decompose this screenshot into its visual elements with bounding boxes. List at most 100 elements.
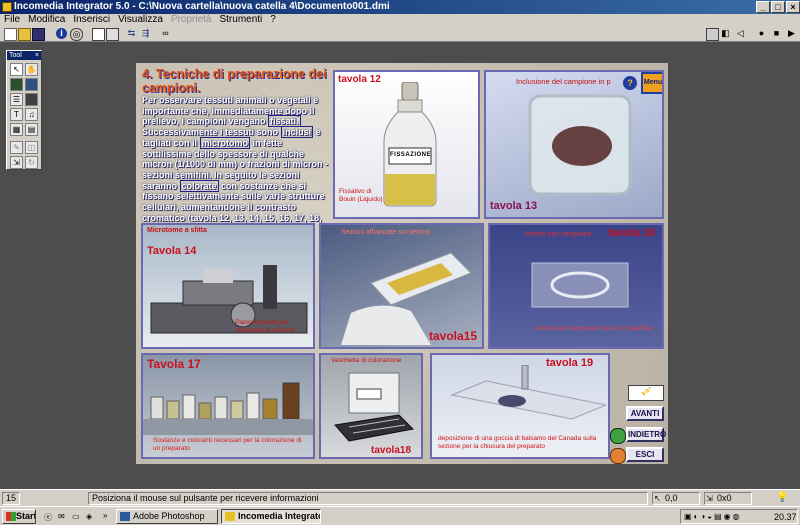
toolbar: i ◎ ⇆ ⇶ ∞ ◧ ◁ ● ■ ▶	[0, 26, 800, 42]
photoshop-icon	[120, 512, 130, 521]
status-message: Posiziona il mouse sul pulsante per rice…	[88, 492, 648, 505]
tavola-17-note: Sostanze e coloranti necessari per la co…	[153, 437, 302, 452]
balsam-drop-image	[450, 365, 606, 420]
tavola-19-note: deposizione di una goccia di balsamo del…	[438, 435, 597, 450]
tool-palette: Tool × ↖ ✋ ☰ T ♫ ▦ ▤ ✎ ◫ ⇲ ↻	[6, 50, 42, 170]
menu-visualizza[interactable]: Visualizza	[114, 14, 167, 26]
taskbar: Start ⓔ ✉ ▭ ◈ » Adobe Photoshop Incomedi…	[0, 506, 800, 525]
slide-body-text: Per osservare tessuti animali o vegetali…	[142, 95, 329, 233]
desktop-icon[interactable]: ▭	[72, 512, 80, 521]
tavola-17-label: Tavola 17	[147, 357, 201, 371]
task-incomedia-integrator[interactable]: Incomedia Integrator ...	[221, 509, 321, 524]
bottle-label: FISSAZIONE	[390, 152, 432, 158]
esci-button[interactable]: ESCI	[626, 447, 664, 462]
indietro-button[interactable]: INDIETRO	[626, 427, 666, 442]
preview-icon[interactable]: ◎	[70, 28, 83, 41]
copy-icon[interactable]	[106, 28, 119, 41]
exit-round-icon[interactable]	[610, 448, 626, 464]
staining-jar-image	[334, 372, 415, 442]
menu-help[interactable]: ?	[266, 14, 280, 26]
quicklaunch-icon[interactable]: ◈	[86, 512, 92, 521]
page-icon[interactable]	[92, 28, 105, 41]
record-icon[interactable]: ●	[756, 28, 767, 39]
open-folder-icon[interactable]	[18, 28, 31, 41]
shape-tool-icon[interactable]: ▤	[25, 123, 38, 136]
fixative-bottle-image	[383, 82, 437, 207]
picture-tool-icon[interactable]	[25, 78, 38, 91]
speaker-icon[interactable]: ◁	[735, 28, 746, 39]
stop-icon[interactable]: ■	[771, 28, 782, 39]
integrator-icon	[225, 512, 235, 521]
rotate-tool-icon[interactable]: ↻	[25, 156, 38, 169]
panel-tavola-17[interactable]: Tavola 17 Sostanze e coloranti necessari…	[141, 353, 315, 459]
hand-tool-icon[interactable]: ✋	[25, 63, 38, 76]
sound-toggle-icon[interactable]: 🎺	[628, 385, 664, 401]
ie-icon[interactable]: ⓔ	[44, 512, 52, 523]
minimize-button[interactable]: _	[756, 1, 770, 13]
paraffin-block-image	[528, 94, 632, 196]
reagent-bottles-image	[143, 382, 313, 435]
object-icon[interactable]: ⇶	[140, 28, 151, 39]
task-adobe-photoshop[interactable]: Adobe Photoshop	[116, 509, 218, 524]
tool-palette-close[interactable]: ×	[35, 51, 39, 60]
tavola-18-label: tavola18	[371, 445, 412, 456]
help-icon[interactable]: ?	[623, 76, 637, 90]
tavola-13-label: tavola 13	[490, 200, 538, 212]
more-quicklaunch-icon[interactable]: »	[103, 511, 107, 520]
panel-tavola-19[interactable]: tavola 19 deposizione di una goccia di b…	[430, 353, 610, 459]
menu-inserisci[interactable]: Inserisci	[69, 14, 114, 26]
panel-tavola-14[interactable]: Microtomo a slitta Tavola 14 Piano incli…	[141, 223, 315, 349]
keyword-colorate[interactable]: colorate	[179, 179, 219, 192]
print-icon[interactable]	[706, 28, 719, 41]
close-button[interactable]: ×	[786, 1, 800, 13]
panel-tavola-12[interactable]: tavola 12 FISSAZIONE Fissativo di Bouin …	[333, 70, 480, 219]
glasses-icon[interactable]: ∞	[160, 28, 171, 39]
tavola-15-label: tavola15	[429, 329, 478, 343]
play-icon[interactable]: ▶	[786, 28, 797, 39]
panel-tavola-18[interactable]: Vaschetta di colorazione tavola18	[319, 353, 423, 459]
tray-icons[interactable]: ▣◐◑◒▤◉◍	[684, 512, 742, 521]
new-icon[interactable]	[4, 28, 17, 41]
menu-button[interactable]: Menu	[641, 72, 662, 94]
start-button[interactable]: Start	[2, 509, 36, 524]
grid-tool-icon[interactable]: ▦	[10, 123, 23, 136]
tavola-12-note: Fissativo di Bouin (Liquido)	[339, 188, 383, 203]
outlook-icon[interactable]: ✉	[58, 512, 65, 521]
slide-canvas: 4. Tecniche di preparazione dei campioni…	[136, 63, 668, 464]
mirror-tool-icon[interactable]: ◫	[25, 141, 38, 154]
menu-bar: File Modifica Inserisci Visualizza Proprietà…	[0, 14, 800, 26]
tavola-16-label: tavola 16	[608, 227, 656, 239]
panel-tavola-15[interactable]: Sezioni affiancate sul vetrino tavola15	[319, 223, 484, 349]
keyword-inclusi[interactable]: inclusi	[280, 126, 314, 139]
keyword-microtomo[interactable]: microtomo	[199, 136, 251, 149]
windows-logo-icon	[6, 512, 16, 521]
panel-tavola-13[interactable]: Inclusione del campione in p tavola 13 M…	[484, 70, 664, 219]
sound-icon[interactable]: ◧	[720, 28, 731, 39]
pointer-tool-icon[interactable]: ↖	[10, 63, 23, 76]
tavola-13-caption: Inclusione del campione in p	[516, 77, 611, 86]
text-tool-icon[interactable]: T	[10, 108, 23, 121]
list-tool-icon[interactable]: ☰	[10, 93, 23, 106]
slide-title: 4. Tecniche di preparazione dei campioni…	[142, 67, 327, 95]
back-round-icon[interactable]	[610, 428, 626, 444]
move-tool-icon[interactable]: ⇲	[10, 156, 23, 169]
save-icon[interactable]	[32, 28, 45, 41]
info-icon[interactable]: i	[56, 28, 67, 39]
position-icon: ↖	[654, 494, 661, 503]
menu-file[interactable]: File	[0, 14, 24, 26]
video-tool-icon[interactable]	[25, 93, 38, 106]
image-tool-icon[interactable]	[10, 78, 23, 91]
edit-tool-icon[interactable]: ✎	[10, 141, 23, 154]
clock: 20.37	[774, 512, 797, 522]
menu-strumenti[interactable]: Strumenti	[215, 14, 266, 26]
title-bar: Incomedia Integrator 5.0 - C:\Nuova cart…	[0, 0, 800, 14]
avanti-button[interactable]: AVANTI	[626, 406, 664, 421]
tavola-15-caption: Sezioni affiancate sul vetrino	[341, 229, 430, 236]
status-bar: 15 Posiziona il mouse sul pulsante per r…	[0, 489, 800, 506]
link-icon[interactable]: ⇆	[126, 28, 137, 39]
menu-modifica[interactable]: Modifica	[24, 14, 69, 26]
menu-proprieta[interactable]: Proprietà	[167, 14, 216, 26]
panel-tavola-16[interactable]: Vetrino con campione tavola 16 sezione d…	[488, 223, 664, 349]
music-tool-icon[interactable]: ♫	[25, 108, 38, 121]
maximize-button[interactable]: □	[771, 1, 785, 13]
